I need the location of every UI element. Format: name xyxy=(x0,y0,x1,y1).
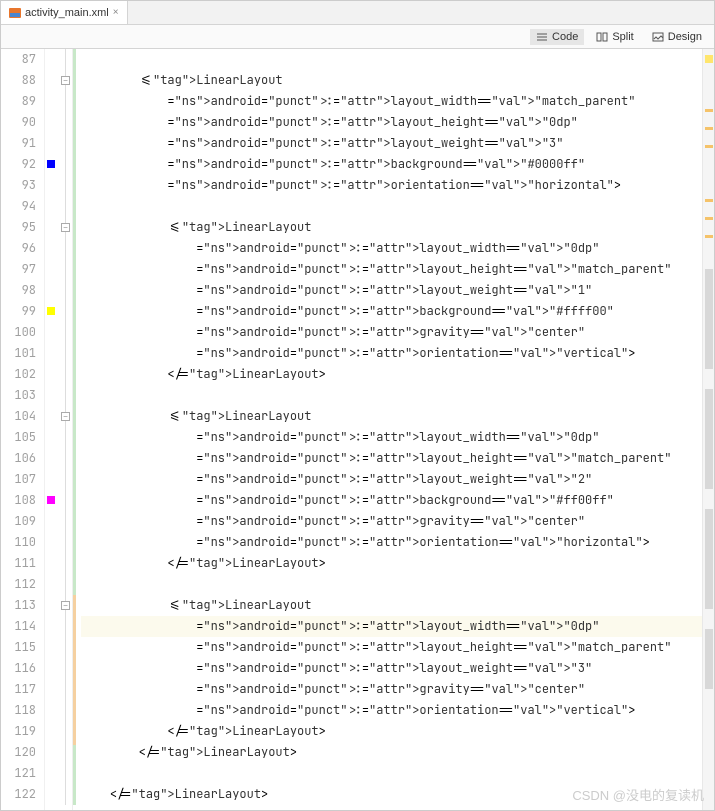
view-split-button[interactable]: Split xyxy=(590,29,639,45)
code-icon xyxy=(536,31,548,43)
color-swatch-magenta xyxy=(47,496,55,504)
view-design-button[interactable]: Design xyxy=(646,29,708,45)
split-icon xyxy=(596,31,608,43)
line-number-gutter: 8788899091929394959697989910010110210310… xyxy=(1,49,45,810)
color-swatch-yellow xyxy=(47,307,55,315)
view-mode-bar: Code Split Design xyxy=(1,25,714,49)
fold-toggle[interactable]: − xyxy=(61,601,70,610)
fold-toggle[interactable]: − xyxy=(61,412,70,421)
view-code-label: Code xyxy=(552,31,578,43)
xml-file-icon xyxy=(9,7,21,19)
view-design-label: Design xyxy=(668,31,702,43)
color-swatch-blue xyxy=(47,160,55,168)
tab-close-icon[interactable]: × xyxy=(113,7,119,18)
view-split-label: Split xyxy=(612,31,633,43)
fold-toggle[interactable]: − xyxy=(61,76,70,85)
marker-column xyxy=(45,49,59,810)
view-code-button[interactable]: Code xyxy=(530,29,584,45)
editor-tab[interactable]: activity_main.xml × xyxy=(1,1,128,24)
design-icon xyxy=(652,31,664,43)
fold-column: − − − − xyxy=(59,49,73,810)
code-area[interactable]: <="tag">LinearLayout ="ns">android="punc… xyxy=(77,49,714,810)
tab-filename: activity_main.xml xyxy=(25,7,109,19)
fold-toggle[interactable]: − xyxy=(61,223,70,232)
tab-bar: activity_main.xml × xyxy=(1,1,714,25)
code-editor[interactable]: 8788899091929394959697989910010110210310… xyxy=(1,49,714,810)
error-strip[interactable] xyxy=(702,49,714,810)
